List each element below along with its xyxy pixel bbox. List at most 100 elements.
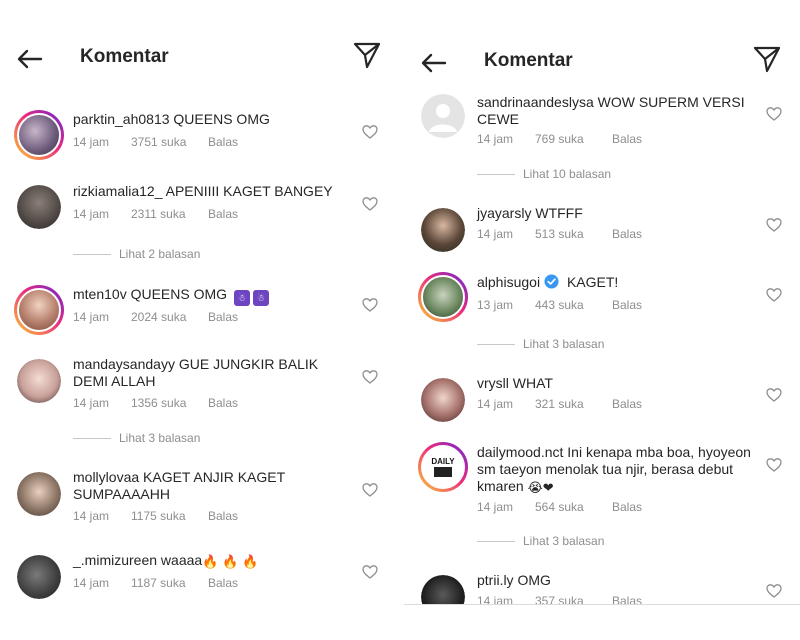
comment-body: WTFFF xyxy=(535,205,583,221)
comment-username[interactable]: ptrii.ly xyxy=(477,572,514,588)
back-arrow-icon[interactable] xyxy=(418,47,450,79)
comment-username[interactable]: dailymood.nct xyxy=(477,444,563,460)
comment-time: 14 jam xyxy=(73,207,110,221)
view-replies-link[interactable]: Lihat 3 balasan xyxy=(477,337,604,353)
emoji-sticker: ☃ xyxy=(252,290,269,306)
comment-likes[interactable]: 1187 suka xyxy=(131,576,208,590)
comment-time: 13 jam xyxy=(477,298,514,312)
heart-outline-icon[interactable] xyxy=(766,217,782,233)
comment-item: sandrinaandeslysa WOW SUPERM VERSI CEWE … xyxy=(404,92,800,152)
divider-line xyxy=(477,541,515,543)
heart-outline-icon[interactable] xyxy=(362,369,378,385)
heart-outline-icon[interactable] xyxy=(766,387,782,403)
heart-outline-icon[interactable] xyxy=(766,287,782,303)
comment-username[interactable]: sandrinaandeslysa xyxy=(477,94,594,110)
comment-item: mten10v QUEENS OMG ☃ ☃ 14 jam 2024 suka Bal… xyxy=(0,283,400,343)
comment-likes[interactable]: 443 suka xyxy=(535,298,612,312)
comment-username[interactable]: mollylovaa xyxy=(73,469,139,485)
paper-plane-icon[interactable] xyxy=(352,40,382,70)
reply-button[interactable]: Balas xyxy=(208,576,238,590)
comment-username[interactable]: _.mimizureen xyxy=(73,552,157,568)
reply-button[interactable]: Balas xyxy=(612,132,642,146)
comment-item: mollylovaa KAGET ANJIR KAGET SUMPAAAAHH … xyxy=(0,467,400,527)
view-replies-link[interactable]: Lihat 2 balasan xyxy=(73,247,200,263)
avatar[interactable] xyxy=(421,378,465,422)
comment-username[interactable]: parktin_ah0813 xyxy=(73,111,170,127)
black-heart-emoji: ❤ xyxy=(542,480,554,495)
default-avatar-icon xyxy=(429,104,457,132)
comment-body: waaaa xyxy=(160,552,203,568)
view-replies-link[interactable]: Lihat 10 balasan xyxy=(477,167,611,183)
divider-line xyxy=(477,174,515,176)
comment-time: 14 jam xyxy=(477,500,514,514)
comment-item: _.mimizureen waaaa🔥 🔥 🔥 14 jam 1187 suka B… xyxy=(0,550,400,610)
view-replies-label: Lihat 3 balasan xyxy=(119,431,201,445)
avatar[interactable] xyxy=(17,472,61,516)
avatar[interactable] xyxy=(17,185,61,229)
logo-text: DAILY xyxy=(431,457,455,466)
page-title: Komentar xyxy=(484,50,573,71)
comment-username[interactable]: mandaysandayy xyxy=(73,356,175,372)
comment-username[interactable]: rizkiamalia12_ xyxy=(73,183,162,199)
reply-button[interactable]: Balas xyxy=(208,135,238,149)
avatar[interactable] xyxy=(17,359,61,403)
view-replies-link[interactable]: Lihat 3 balasan xyxy=(477,534,604,550)
reply-button[interactable]: Balas xyxy=(612,397,642,411)
emoji-sticker: ☃ xyxy=(233,290,250,306)
comment-body: APENIIII KAGET BANGEY xyxy=(165,183,333,199)
comment-likes[interactable]: 3751 suka xyxy=(131,135,208,149)
divider-line xyxy=(477,344,515,346)
reply-button[interactable]: Balas xyxy=(612,227,642,241)
comment-body: WHAT xyxy=(512,375,553,391)
heart-outline-icon[interactable] xyxy=(362,564,378,580)
comments-header: Komentar xyxy=(0,39,400,79)
comment-likes[interactable]: 321 suka xyxy=(535,397,612,411)
comment-likes[interactable]: 1175 suka xyxy=(131,509,208,523)
avatar[interactable] xyxy=(421,94,465,138)
reply-button[interactable]: Balas xyxy=(208,207,238,221)
view-replies-link[interactable]: Lihat 3 balasan xyxy=(73,431,200,447)
avatar[interactable]: DAILY xyxy=(418,442,468,492)
heart-outline-icon[interactable] xyxy=(362,297,378,313)
heart-outline-icon[interactable] xyxy=(766,106,782,122)
comment-body: OMG xyxy=(517,572,551,588)
comment-likes[interactable]: 2024 suka xyxy=(131,310,208,324)
comment-meta: 14 jam 1356 suka Balas xyxy=(73,396,238,410)
comment-likes[interactable]: 564 suka xyxy=(535,500,612,514)
comment-username[interactable]: vrysll xyxy=(477,375,509,391)
view-replies-label: Lihat 3 balasan xyxy=(523,337,605,351)
reply-button[interactable]: Balas xyxy=(208,310,238,324)
back-arrow-icon[interactable] xyxy=(14,43,46,75)
avatar[interactable] xyxy=(17,555,61,599)
reply-button[interactable]: Balas xyxy=(208,396,238,410)
comment-likes[interactable]: 769 suka xyxy=(535,132,612,146)
avatar[interactable] xyxy=(14,285,64,335)
avatar[interactable] xyxy=(14,110,64,160)
paper-plane-icon[interactable] xyxy=(752,44,782,74)
heart-outline-icon[interactable] xyxy=(362,482,378,498)
avatar[interactable] xyxy=(418,272,468,322)
reply-button[interactable]: Balas xyxy=(208,509,238,523)
comment-body: QUEENS OMG xyxy=(130,286,228,302)
reply-button[interactable]: Balas xyxy=(612,298,642,312)
comment-time: 14 jam xyxy=(477,397,514,411)
heart-outline-icon[interactable] xyxy=(766,583,782,599)
fire-emoji: 🔥 xyxy=(242,554,259,569)
bottom-mask xyxy=(404,604,800,640)
comment-likes[interactable]: 513 suka xyxy=(535,227,612,241)
comment-item: mandaysandayy GUE JUNGKIR BALIK DEMI ALL… xyxy=(0,354,400,414)
reply-button[interactable]: Balas xyxy=(612,500,642,514)
comment-likes[interactable]: 2311 suka xyxy=(131,207,208,221)
dailymood-logo: DAILY xyxy=(423,457,463,477)
comment-username[interactable]: jyayarsly xyxy=(477,205,531,221)
heart-outline-icon[interactable] xyxy=(766,457,782,473)
fire-emoji: 🔥 xyxy=(222,554,239,569)
comment-username[interactable]: mten10v xyxy=(73,286,127,302)
comment-username[interactable]: alphisugoi xyxy=(477,274,540,290)
heart-outline-icon[interactable] xyxy=(362,124,378,140)
comment-time: 14 jam xyxy=(73,396,110,410)
avatar[interactable] xyxy=(421,208,465,252)
comment-likes[interactable]: 1356 suka xyxy=(131,396,208,410)
heart-outline-icon[interactable] xyxy=(362,196,378,212)
view-replies-label: Lihat 3 balasan xyxy=(523,534,605,548)
